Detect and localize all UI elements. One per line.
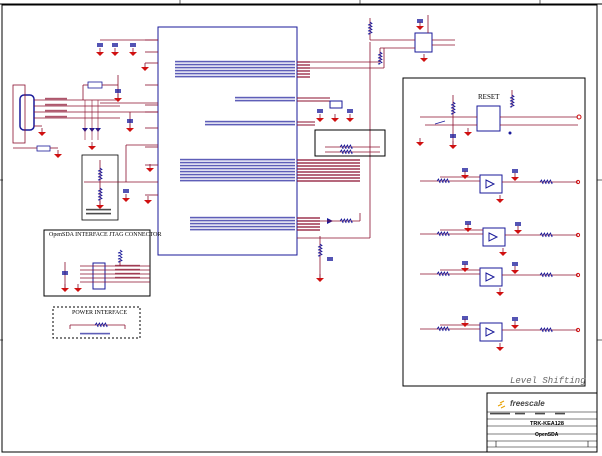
net-label [180, 158, 295, 161]
level-shifting-box [402, 77, 586, 387]
net-label [180, 173, 295, 176]
net-label [115, 268, 140, 271]
ground-icon [346, 118, 354, 122]
ground-icon [126, 128, 134, 132]
buffer-icon [485, 179, 496, 189]
net-label [190, 228, 295, 231]
ground-icon [38, 132, 46, 136]
freescale-logo-mark [497, 400, 506, 409]
ground-icon [144, 200, 152, 204]
net-label [115, 276, 140, 279]
net-label [175, 69, 295, 72]
sheet-border [1, 4, 598, 453]
jtag-header [92, 262, 106, 290]
reset-section-title: RESET [478, 93, 500, 101]
net-label [86, 212, 111, 215]
net-label [190, 216, 295, 219]
buffer-icon [485, 272, 496, 282]
freescale-logo: freescale [510, 399, 545, 408]
net-label [535, 412, 545, 415]
ground-icon [88, 146, 96, 150]
level-shifter-ic [479, 174, 503, 194]
schematic-canvas [0, 0, 602, 453]
net-label [175, 72, 295, 75]
ground-icon [449, 145, 457, 149]
ground-icon [96, 205, 104, 209]
ferrite-bead [87, 81, 103, 89]
power-section-title: POWER INTERFACE [72, 310, 128, 316]
ground-icon [111, 52, 119, 56]
net-label [175, 75, 295, 78]
buffer-ic [414, 32, 433, 53]
net-label [45, 103, 67, 106]
ground-icon [496, 292, 504, 296]
buffer-icon [488, 232, 499, 242]
level-shifter-ic [479, 267, 503, 287]
net-label [490, 412, 510, 415]
ground-icon [316, 278, 324, 282]
ground-icon [511, 177, 519, 181]
net-label [180, 164, 295, 167]
switch-icon [434, 120, 446, 125]
test-point-icon [508, 131, 512, 135]
net-label [180, 170, 295, 173]
net-label [555, 412, 565, 415]
ground-icon [129, 52, 137, 56]
net-label [205, 120, 295, 123]
ground-icon [122, 198, 130, 202]
net-label [515, 412, 525, 415]
ground-icon [146, 168, 154, 172]
usb-shield [12, 84, 26, 144]
net-label [205, 123, 295, 126]
ferrite-bead [36, 145, 51, 152]
net-label [235, 99, 295, 102]
net-label [175, 63, 295, 66]
net-label [115, 264, 140, 267]
net-label [190, 219, 295, 222]
level-shifter-ic [482, 227, 506, 247]
ground-icon [416, 26, 424, 30]
ground-icon [141, 67, 149, 71]
net-label [180, 167, 295, 170]
net-label [45, 97, 67, 100]
net-label [80, 332, 110, 335]
ground-icon [496, 347, 504, 351]
jtag-section-title: OpenSDA INTERFACE JTAG CONNECTOR [49, 232, 162, 238]
buffer-icon [485, 327, 496, 337]
ground-icon [511, 270, 519, 274]
ground-icon [54, 154, 62, 158]
ground-icon [61, 288, 69, 292]
ground-icon [74, 288, 82, 292]
ground-icon [511, 325, 519, 329]
usb-connector [19, 94, 35, 131]
net-label [235, 96, 295, 99]
net-label [115, 272, 140, 275]
ground-icon [499, 252, 507, 256]
ground-icon [331, 118, 339, 122]
ground-icon [316, 118, 324, 122]
net-label [45, 109, 67, 112]
level-shifter-ic [479, 322, 503, 342]
net-label [175, 66, 295, 69]
net-label [190, 225, 295, 228]
ground-icon [514, 230, 522, 234]
reset-ic [476, 105, 501, 132]
board-name: TRK-KEA128 [530, 421, 564, 427]
ground-icon [416, 142, 424, 146]
ground-icon [96, 52, 104, 56]
net-label [180, 176, 295, 179]
net-label [180, 179, 295, 182]
net-label [180, 161, 295, 164]
level-shifting-label: Level Shifting [510, 376, 586, 386]
net-label [45, 115, 67, 118]
sheet-title: OpenSDA [535, 432, 559, 438]
net-label [175, 60, 295, 63]
crystal-icon [329, 100, 343, 109]
ground-icon [496, 199, 504, 203]
ground-icon [420, 58, 428, 62]
ground-icon [464, 132, 472, 136]
net-label [190, 222, 295, 225]
net-label [86, 208, 111, 211]
